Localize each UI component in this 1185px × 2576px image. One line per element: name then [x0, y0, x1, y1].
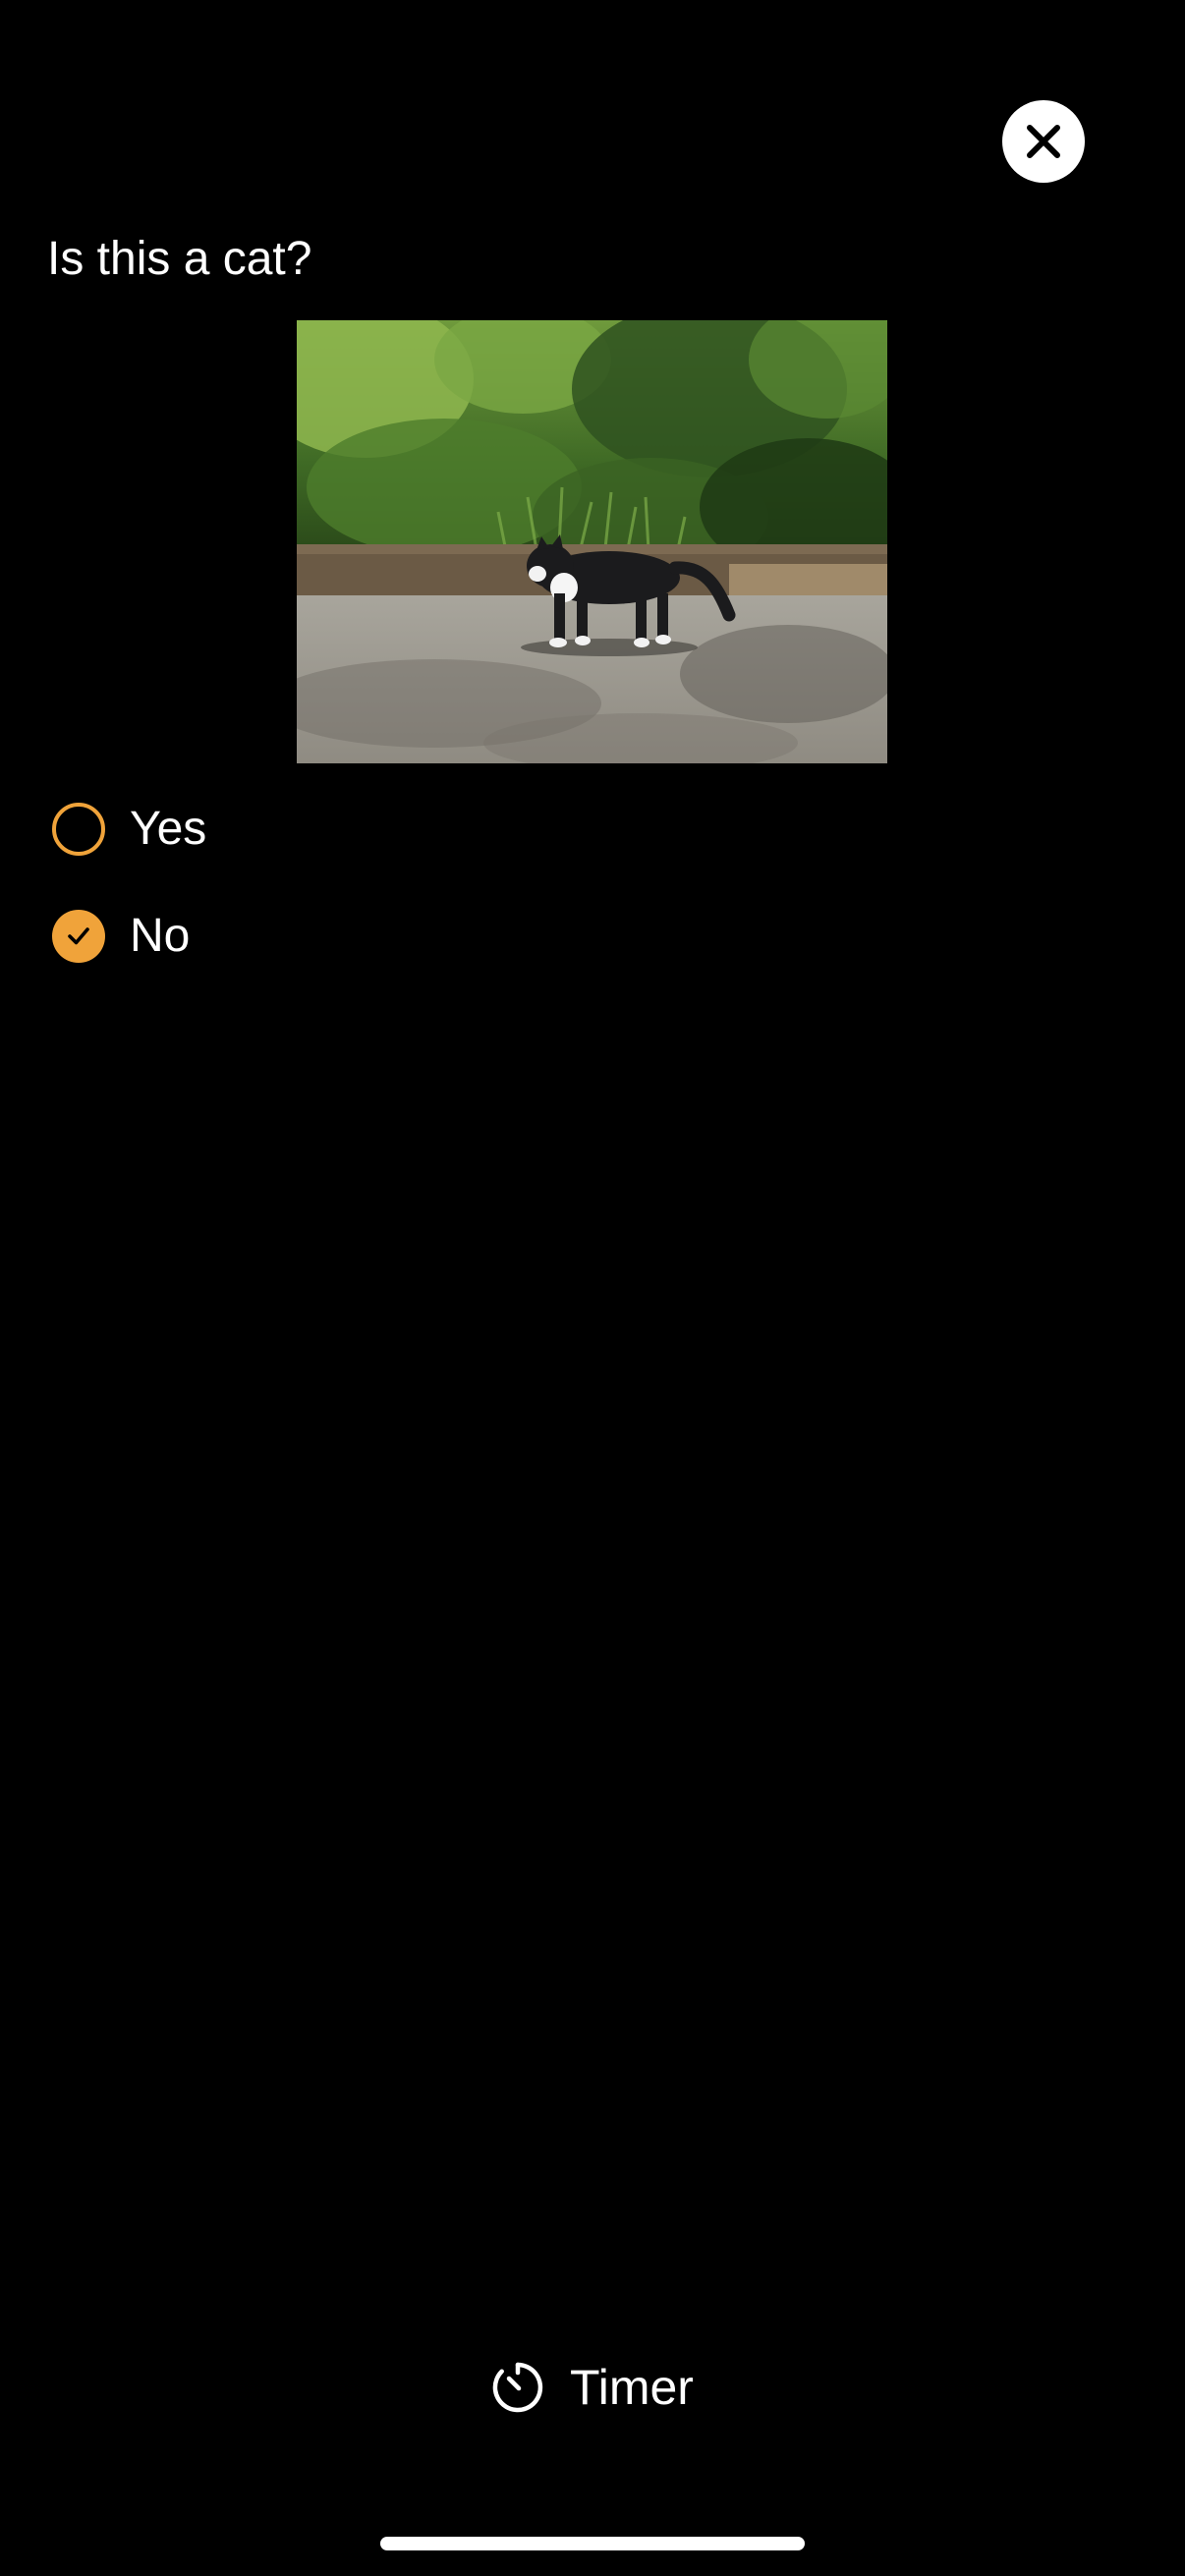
option-label: No [130, 910, 191, 962]
option-no[interactable]: No [49, 907, 190, 966]
timer-icon [492, 2362, 543, 2413]
option-yes[interactable]: Yes [49, 800, 206, 859]
question-title: Is this a cat? [47, 233, 312, 285]
radio-unchecked-icon [52, 803, 105, 856]
timer-button[interactable]: Timer [0, 2356, 1185, 2419]
close-button[interactable] [1002, 100, 1085, 183]
close-icon [1027, 125, 1060, 158]
question-image [297, 320, 887, 763]
option-label: Yes [130, 803, 207, 855]
checkmark-icon [68, 927, 89, 945]
home-indicator[interactable] [380, 2537, 805, 2550]
radio-checked-icon [52, 910, 105, 963]
timer-label: Timer [570, 2360, 694, 2415]
